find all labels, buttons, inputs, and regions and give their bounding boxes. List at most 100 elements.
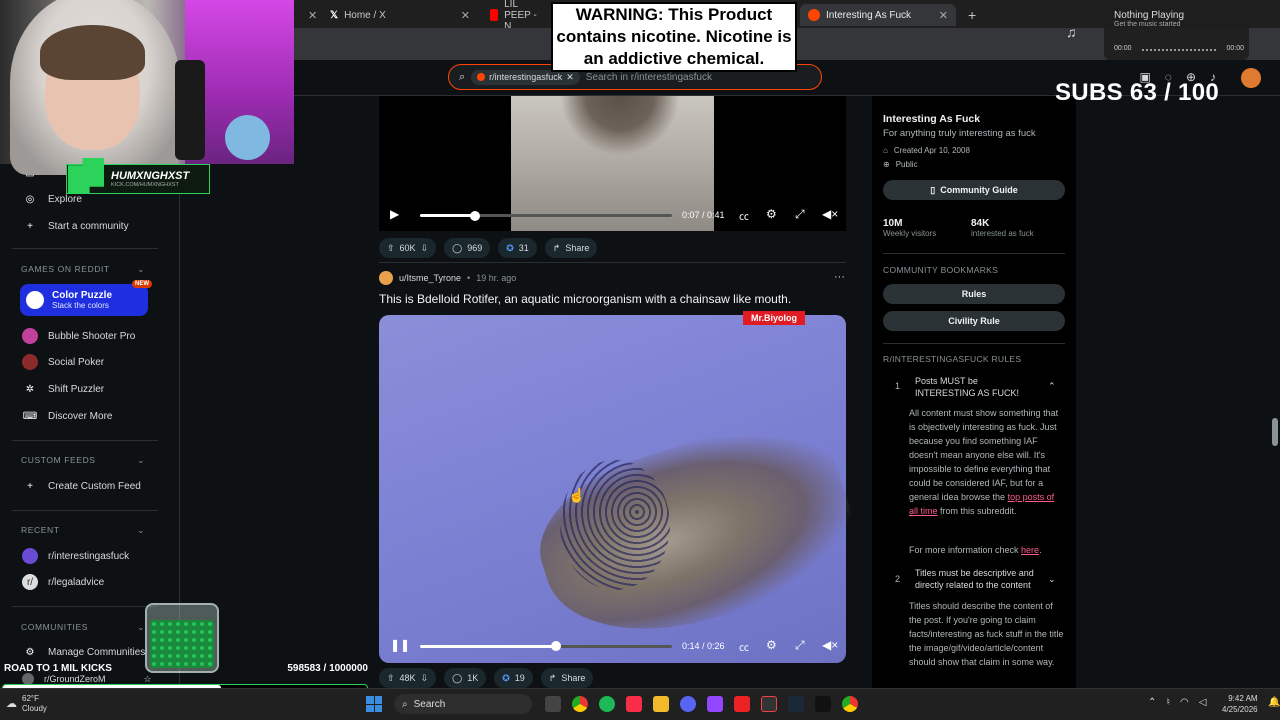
chip-close-icon[interactable]: ✕ <box>566 72 574 83</box>
sidebar-game-shift-puzzler[interactable]: ✲ Shift Puzzler <box>22 378 104 400</box>
discord-icon[interactable] <box>680 696 696 712</box>
sidebar-create-custom-feed[interactable]: + Create Custom Feed <box>22 475 141 497</box>
weather-widget[interactable]: 62°F Cloudy <box>22 694 47 714</box>
cloud-icon: ☁ <box>6 698 17 710</box>
award-icon: ✪ <box>502 672 510 683</box>
upvote-icon[interactable]: ⇧ <box>387 673 395 684</box>
post1-comments-button[interactable]: ◯ 969 <box>444 238 491 258</box>
bookmark-rules-button[interactable]: Rules <box>883 284 1065 304</box>
chevron-up-icon[interactable]: ⌃ <box>1048 381 1056 392</box>
post2-title[interactable]: This is Bdelloid Rotifer, an aquatic mic… <box>379 292 791 306</box>
gear-icon[interactable]: ⚙ <box>766 207 777 221</box>
post2-author[interactable]: u/Itsme_Tyrone <box>399 273 461 283</box>
captions-icon[interactable]: ㏄ <box>739 208 749 223</box>
sidebar-discover-more[interactable]: ⌨ Discover More <box>22 405 113 427</box>
notification-bell-icon[interactable]: 🔔 <box>1268 697 1280 708</box>
taskbar-clock[interactable]: 9:42 AM 4/25/2026 <box>1222 693 1258 715</box>
post2-vote[interactable]: ⇧ 48K ⇩ <box>379 668 437 688</box>
windows-start-icon[interactable] <box>366 696 382 712</box>
volume-icon[interactable]: ◁ <box>1199 697 1207 708</box>
post2-comments-button[interactable]: ◯ 1K <box>444 668 487 688</box>
games-section-header[interactable]: GAMES ON REDDIT ⌄ <box>21 264 145 275</box>
chrome-icon[interactable] <box>842 696 858 712</box>
tab-close-icon[interactable]: ✕ <box>939 9 948 22</box>
upvote-icon[interactable]: ⇧ <box>387 243 395 254</box>
community-name: Interesting As Fuck <box>883 113 981 125</box>
sidebar-game-color-puzzle[interactable]: Color Puzzle Stack the colors NEW <box>20 280 152 316</box>
downvote-icon[interactable]: ⇩ <box>421 243 429 254</box>
post1-awards-button[interactable]: ✪ 31 <box>498 238 537 258</box>
rule-1-title[interactable]: Posts MUST be INTERESTING AS FUCK! <box>915 375 1040 399</box>
music-icon[interactable] <box>626 696 642 712</box>
more-options-icon[interactable]: ··· <box>834 271 845 283</box>
scrubber-fill <box>420 645 557 648</box>
user-avatar[interactable] <box>1241 68 1261 88</box>
tab-close-icon[interactable]: ✕ <box>461 9 470 22</box>
post2-scrubber[interactable] <box>420 645 672 648</box>
bookmarks-header: COMMUNITY BOOKMARKS <box>883 265 999 275</box>
tab-youtube[interactable]: LIL PEEP - N <box>482 0 552 32</box>
play-icon[interactable]: ▶ <box>390 207 399 221</box>
tab-interesting-as-fuck[interactable]: Interesting As Fuck ✕ <box>800 4 956 26</box>
taskbar-search[interactable]: ⌕ Search <box>394 694 532 714</box>
post2-share-button[interactable]: ↱ Share <box>540 668 594 688</box>
communities-header[interactable]: COMMUNITIES ⌄ <box>21 622 145 633</box>
subreddit-icon: r/ <box>22 574 38 590</box>
video-content-detail <box>560 460 670 590</box>
author-avatar[interactable] <box>379 271 393 285</box>
sidebar-game-social-poker[interactable]: Social Poker <box>22 351 104 373</box>
folder-icon[interactable] <box>653 696 669 712</box>
search-icon: ⌕ <box>402 698 408 710</box>
globe-icon: ⊕ <box>883 160 890 169</box>
post2-time: 0:14 / 0:26 <box>682 641 725 651</box>
gear-icon[interactable]: ⚙ <box>766 638 777 652</box>
scrollbar-thumb[interactable] <box>1272 418 1278 446</box>
obs-icon[interactable] <box>707 696 723 712</box>
new-tab-button[interactable]: + <box>960 4 980 26</box>
mic-icon[interactable]: ♮ <box>1166 697 1170 708</box>
kicks-jar-fill <box>150 620 214 668</box>
divider <box>12 248 158 249</box>
sidebar-recent-interestingasfuck[interactable]: r/interestingasfuck <box>22 545 129 567</box>
sidebar-recent-legaladvice[interactable]: r/ r/legaladvice <box>22 571 104 593</box>
mute-icon[interactable]: ◀× <box>822 207 838 221</box>
captions-icon[interactable]: ㏄ <box>739 639 749 654</box>
spotify-icon[interactable] <box>599 696 615 712</box>
subreddit-icon <box>22 548 38 564</box>
taskbar-apps <box>545 696 858 712</box>
steam-icon[interactable] <box>788 696 804 712</box>
bookmark-civility-rule-button[interactable]: Civility Rule <box>883 311 1065 331</box>
app-icon[interactable] <box>761 696 777 712</box>
pause-icon[interactable]: ❚❚ <box>390 638 410 652</box>
community-guide-button[interactable]: ▯ Community Guide <box>883 180 1065 200</box>
fullscreen-icon[interactable]: ⤢ <box>795 207 805 222</box>
sidebar-manage-communities[interactable]: ⚙ Manage Communities <box>22 641 146 663</box>
post1-vote[interactable]: ⇧ 60K ⇩ <box>379 238 437 258</box>
terminal-icon[interactable] <box>815 696 831 712</box>
chrome-icon[interactable] <box>572 696 588 712</box>
custom-feeds-header[interactable]: CUSTOM FEEDS ⌄ <box>21 455 145 466</box>
chevron-up-icon[interactable]: ⌃ <box>1148 697 1156 708</box>
new-badge: NEW <box>132 280 152 288</box>
post1-share-button[interactable]: ↱ Share <box>544 238 598 258</box>
post2-awards-button[interactable]: ✪ 19 <box>494 668 533 688</box>
downvote-icon[interactable]: ⇩ <box>421 673 429 684</box>
tab-home-x[interactable]: 𝕏 Home / X ✕ <box>322 4 478 26</box>
star-icon[interactable]: ☆ <box>144 674 152 685</box>
task-view-icon[interactable] <box>545 696 561 712</box>
page-scrollbar[interactable] <box>1272 100 1278 690</box>
app-icon[interactable] <box>734 696 750 712</box>
wifi-icon[interactable]: ◠ <box>1180 697 1189 708</box>
recent-header[interactable]: RECENT ⌄ <box>21 525 145 536</box>
rule-2-title[interactable]: Titles must be descriptive and directly … <box>915 567 1040 591</box>
sidebar-item-start-community[interactable]: + Start a community <box>22 215 129 237</box>
more-info-link[interactable]: here <box>1021 545 1039 555</box>
fullscreen-icon[interactable]: ⤢ <box>795 638 805 653</box>
post1-scrubber[interactable] <box>420 214 672 217</box>
tab-close-icon[interactable]: ✕ <box>300 4 317 26</box>
video-watermark: Mr.Biyolog <box>743 311 805 325</box>
mute-icon[interactable]: ◀× <box>822 638 838 652</box>
chevron-down-icon[interactable]: ⌄ <box>1048 574 1056 585</box>
search-input[interactable]: Search in r/interestingasfuck <box>586 72 712 83</box>
sidebar-game-bubble-shooter[interactable]: Bubble Shooter Pro <box>22 325 135 347</box>
